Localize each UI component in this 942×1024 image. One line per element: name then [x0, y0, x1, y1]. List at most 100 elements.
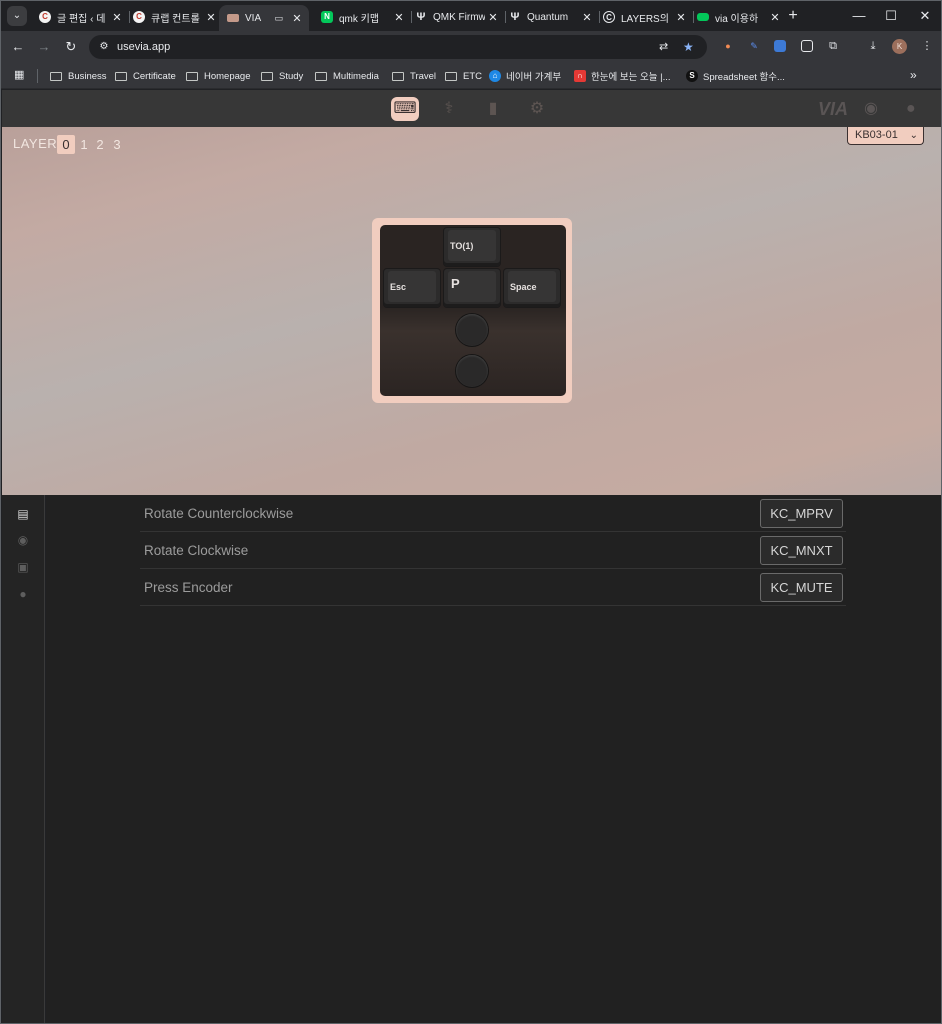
bookmark-folder-certificate[interactable]: Certificate	[115, 68, 176, 84]
encoder-knob-2[interactable]	[456, 355, 488, 387]
close-tab-icon[interactable]: ✕	[391, 11, 407, 24]
qmk-favicon-icon: Ψ	[416, 11, 426, 23]
menu-kebab-icon[interactable]: ⋮	[921, 40, 933, 52]
tab-3-active[interactable]: VIA ▭ ✕	[219, 5, 309, 31]
discord-icon[interactable]: ◉	[864, 98, 878, 120]
layer-0-button[interactable]: 0	[57, 135, 75, 154]
design-brush-icon[interactable]: ▮	[479, 97, 507, 121]
key-esc[interactable]: Esc	[384, 269, 440, 307]
tab-favicon-icon: C	[603, 11, 615, 23]
home-icon: ⌂	[489, 70, 501, 82]
extension-fire-icon[interactable]: ●	[722, 40, 734, 52]
close-tab-icon[interactable]: ✕	[673, 11, 689, 24]
tab-title: 글 편집 ‹ 데	[57, 13, 106, 25]
profile-avatar[interactable]: K	[892, 39, 907, 54]
news-icon: ∩	[574, 70, 586, 82]
lighting-bulb-icon[interactable]: ●	[16, 587, 30, 601]
minimize-button[interactable]: —	[849, 7, 869, 25]
address-bar[interactable]: ⚙ usevia.app ⇄ ★	[89, 35, 707, 59]
encoder-action-label: Rotate Counterclockwise	[144, 506, 294, 521]
via-header: ⌨ ⚕ ▮ ⚙ VIA ◉ ●	[2, 90, 941, 127]
keycode-button[interactable]: KC_MUTE	[760, 573, 843, 602]
folder-icon	[50, 71, 62, 81]
layer-2-button[interactable]: 2	[91, 135, 109, 154]
encoder-action-label: Rotate Clockwise	[144, 543, 249, 558]
back-arrow-icon[interactable]: ←	[10, 39, 26, 55]
configure-keyboard-icon[interactable]: ⌨	[391, 97, 419, 121]
bookmarks-overflow-icon[interactable]: »	[910, 68, 917, 82]
close-tab-icon[interactable]: ✕	[203, 11, 219, 24]
key-tester-stethoscope-icon[interactable]: ⚕	[435, 97, 463, 121]
folder-icon	[392, 71, 404, 81]
extension-square-icon[interactable]	[801, 40, 813, 52]
bookmark-folder-business[interactable]: Business	[50, 68, 107, 84]
save-load-floppy-icon[interactable]: ▣	[16, 560, 30, 574]
download-icon[interactable]: ⤓	[867, 40, 879, 52]
device-name: KB03-01	[855, 129, 898, 141]
tab-8[interactable]: via 이용하 ✕	[689, 5, 787, 29]
encoder-row-press: Press Encoder KC_MUTE	[140, 569, 846, 606]
key-space[interactable]: Space	[504, 269, 560, 307]
close-tab-icon[interactable]: ✕	[767, 11, 783, 24]
key-p[interactable]: P	[444, 269, 500, 307]
bookmark-folder-travel[interactable]: Travel	[392, 68, 436, 84]
device-select[interactable]: KB03-01 ⌄	[847, 127, 924, 145]
encoder-row-cw: Rotate Clockwise KC_MNXT	[140, 532, 846, 569]
settings-gear-icon[interactable]: ⚙	[523, 97, 551, 121]
tab-6[interactable]: Ψ Quantum ✕	[501, 5, 600, 29]
close-tab-icon[interactable]: ✕	[579, 11, 595, 24]
folder-icon	[445, 71, 457, 81]
tab-title: LAYERS의	[621, 13, 669, 25]
bookmark-star-icon[interactable]: ★	[683, 39, 694, 55]
bookmarks-bar: ▦ Business Certificate Homepage Study Mu…	[1, 63, 941, 89]
tab-title: via 이용하	[715, 13, 759, 25]
macros-circle-icon[interactable]: ◉	[16, 533, 30, 547]
new-tab-button[interactable]: +	[785, 7, 801, 25]
bookmark-spreadsheet[interactable]: S Spreadsheet 함수...	[686, 68, 785, 84]
tab-title: qmk 키맵	[339, 13, 380, 25]
bookmark-folder-study[interactable]: Study	[261, 68, 303, 84]
bookmark-folder-homepage[interactable]: Homepage	[186, 68, 250, 84]
key-to1[interactable]: TO(1)	[444, 228, 500, 266]
bookmark-folder-etc[interactable]: ETC	[445, 68, 482, 84]
tab-1[interactable]: C 글 편집 ‹ 데 ✕	[31, 5, 130, 29]
via-logo[interactable]: VIA	[818, 98, 848, 120]
tab-title: 큐랩 컨트롤	[151, 13, 200, 25]
site-info-icon[interactable]: ⚙	[97, 40, 111, 54]
extension-blue-icon[interactable]	[774, 40, 786, 52]
blog-favicon-icon	[697, 13, 709, 21]
tab-favicon-icon: C	[133, 11, 145, 23]
keycode-button[interactable]: KC_MNXT	[760, 536, 843, 565]
translate-icon[interactable]: ⇄	[659, 39, 668, 55]
keymap-book-icon[interactable]: ▤	[16, 507, 30, 521]
tab-4[interactable]: N qmk 키맵 ✕	[313, 5, 412, 29]
extensions-puzzle-icon[interactable]: ⧉	[827, 40, 839, 52]
close-window-button[interactable]: ✕	[915, 7, 935, 25]
bookmark-today-news[interactable]: ∩ 한눈에 보는 오늘 |...	[574, 68, 670, 84]
forward-arrow-icon[interactable]: →	[36, 39, 52, 55]
tab-2[interactable]: C 큐랩 컨트롤 ✕	[125, 5, 223, 29]
maximize-button[interactable]: ☐	[881, 7, 901, 25]
keycode-button[interactable]: KC_MPRV	[760, 499, 843, 528]
chevron-down-icon: ⌄	[909, 130, 918, 141]
tab-search-button[interactable]: ⌄	[7, 6, 27, 26]
tab-5[interactable]: Ψ QMK Firmw ✕	[407, 5, 506, 29]
close-tab-icon[interactable]: ✕	[289, 12, 305, 25]
reload-icon[interactable]: ↻	[63, 39, 79, 55]
bookmark-naver-budget[interactable]: ⌂ 네이버 가계부	[489, 68, 561, 84]
browser-toolbar: ← → ↻ ⚙ usevia.app ⇄ ★ ● ✎ ⧉ ⤓ K ⋮	[1, 31, 941, 63]
browser-window: ⌄ C 글 편집 ‹ 데 ✕ C 큐랩 컨트롤 ✕ VIA ▭ ✕ N qmk …	[0, 0, 942, 1024]
encoder-action-label: Press Encoder	[144, 580, 233, 595]
extension-pen-icon[interactable]: ✎	[748, 40, 760, 52]
github-icon[interactable]: ●	[906, 98, 916, 120]
tab-7[interactable]: C LAYERS의 ✕	[595, 5, 694, 29]
close-tab-icon[interactable]: ✕	[485, 11, 501, 24]
layer-3-button[interactable]: 3	[108, 135, 126, 154]
keyboard-case: TO(1) Esc P Space	[372, 218, 572, 403]
close-tab-icon[interactable]: ✕	[109, 11, 125, 24]
tab-title: VIA	[245, 12, 262, 24]
qmk-favicon-icon: Ψ	[510, 11, 520, 23]
apps-grid-icon[interactable]: ▦	[14, 69, 26, 81]
encoder-knob-1[interactable]	[456, 314, 488, 346]
bookmark-folder-multimedia[interactable]: Multimedia	[315, 68, 379, 84]
